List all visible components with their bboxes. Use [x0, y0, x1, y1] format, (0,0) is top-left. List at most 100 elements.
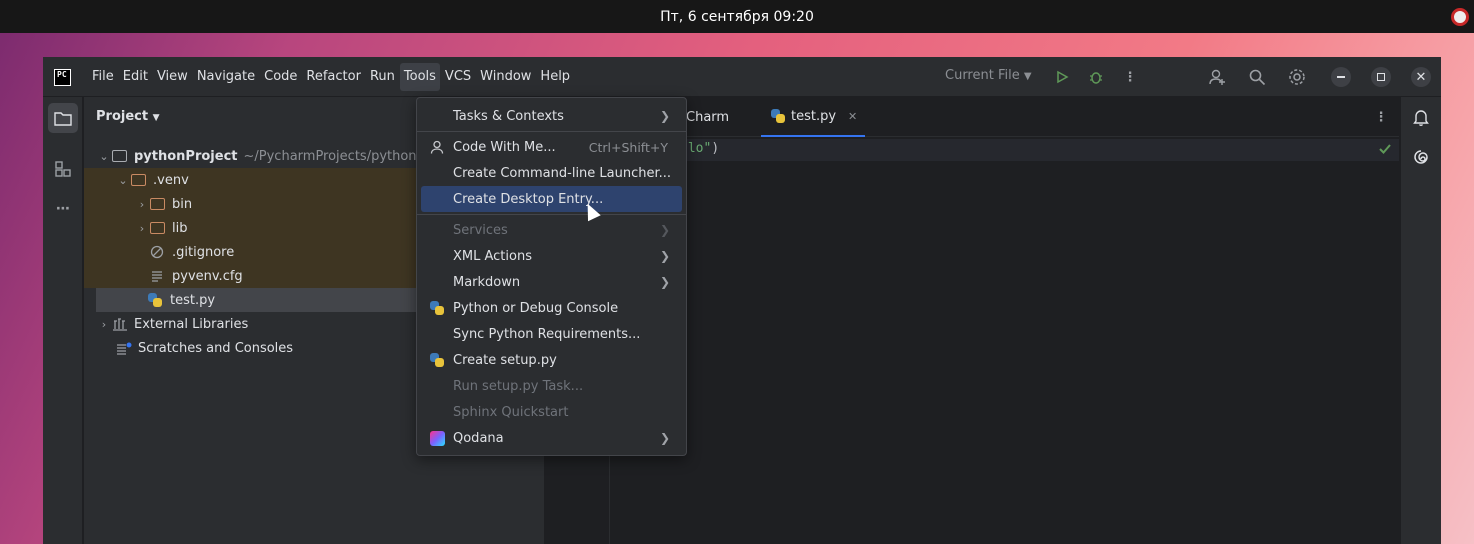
tab-options-icon[interactable]: ⋮: [1371, 107, 1391, 127]
chevron-right-icon[interactable]: ›: [96, 318, 112, 331]
tab-label: Charm: [686, 109, 730, 125]
folder-icon: [150, 220, 168, 236]
tree-item-label: .gitignore: [172, 244, 235, 260]
chevron-down-icon[interactable]: ⌄: [115, 174, 131, 187]
tree-item-label: External Libraries: [134, 316, 249, 332]
menu-item-run-setup-py-task: Run setup.py Task...: [421, 373, 682, 399]
structure-tool-button[interactable]: [48, 154, 78, 184]
tree-item-label: Scratches and Consoles: [138, 340, 294, 356]
tree-item-path: ~/PycharmProjects/pythonPro: [243, 148, 438, 164]
tree-item-label: .venv: [153, 172, 189, 188]
minimize-button[interactable]: [1331, 67, 1351, 87]
menu-item-label: Run setup.py Task...: [453, 378, 584, 394]
menu-code[interactable]: Code: [260, 63, 301, 91]
close-window-button[interactable]: ✕: [1411, 67, 1431, 87]
app-logo-icon[interactable]: PC: [54, 69, 71, 86]
menu-item-sphinx-quickstart: Sphinx Quickstart: [421, 399, 682, 425]
menu-separator: [417, 214, 686, 215]
menu-item-python-debug-console[interactable]: Python or Debug Console: [421, 295, 682, 321]
more-tools-icon[interactable]: ⋯: [48, 194, 78, 224]
run-icon[interactable]: [1052, 67, 1072, 87]
menu-item-tasks-contexts[interactable]: Tasks & Contexts ❯: [421, 103, 682, 129]
ide-window: PC File Edit View Navigate Code Refactor…: [43, 57, 1441, 544]
right-tool-strip: [1400, 97, 1441, 544]
chevron-down-icon[interactable]: ⌄: [96, 150, 112, 163]
text-file-icon: [150, 268, 168, 284]
chevron-right-icon: ❯: [659, 431, 670, 445]
folder-icon: [131, 172, 149, 188]
qodana-icon: [429, 430, 445, 446]
ai-assistant-icon[interactable]: [1411, 147, 1431, 167]
menu-item-xml-actions[interactable]: XML Actions ❯: [421, 243, 682, 269]
maximize-icon: [1377, 73, 1385, 81]
notifications-bell-icon[interactable]: [1411, 107, 1431, 127]
system-top-bar: Пт, 6 сентября 09:20: [0, 0, 1474, 33]
more-actions-icon[interactable]: ⋮: [1120, 67, 1140, 87]
tree-item-label: lib: [172, 220, 188, 236]
menu-item-create-desktop-entry[interactable]: Create Desktop Entry...: [421, 186, 682, 212]
menu-vcs[interactable]: VCS: [441, 63, 475, 91]
minimize-icon: [1337, 76, 1345, 78]
current-line-highlight: [610, 139, 1399, 161]
menu-item-qodana[interactable]: Qodana ❯: [421, 425, 682, 451]
menu-tools[interactable]: Tools: [399, 63, 440, 91]
search-icon[interactable]: [1247, 67, 1267, 87]
chevron-right-icon[interactable]: ›: [134, 222, 150, 235]
menu-item-label: Sphinx Quickstart: [453, 404, 569, 420]
chevron-right-icon: ❯: [659, 109, 670, 123]
close-icon: ✕: [1415, 69, 1427, 85]
project-panel-header[interactable]: Project ▼: [96, 109, 160, 124]
tab-test-py[interactable]: test.py ✕: [761, 97, 866, 137]
menu-navigate[interactable]: Navigate: [193, 63, 259, 91]
run-config-selector[interactable]: Current File ▼: [945, 68, 1032, 83]
system-tray-icon[interactable]: [1451, 8, 1469, 26]
menu-item-sync-python-requirements[interactable]: Sync Python Requirements...: [421, 321, 682, 347]
menu-window[interactable]: Window: [476, 63, 535, 91]
settings-gear-icon[interactable]: [1287, 67, 1307, 87]
close-tab-icon[interactable]: ✕: [848, 110, 857, 123]
menu-refactor[interactable]: Refactor: [302, 63, 365, 91]
add-user-icon[interactable]: [1207, 67, 1227, 87]
menu-help[interactable]: Help: [536, 63, 574, 91]
menu-item-label: Services: [453, 222, 508, 238]
tree-item-label: pythonProject: [134, 148, 238, 164]
menu-item-label: XML Actions: [453, 248, 532, 264]
menu-item-create-cli-launcher[interactable]: Create Command-line Launcher...: [421, 160, 682, 186]
menu-item-label: Sync Python Requirements...: [453, 326, 641, 342]
menu-item-label: Create Desktop Entry...: [453, 191, 604, 207]
debug-icon[interactable]: [1086, 67, 1106, 87]
scratches-icon: [116, 340, 134, 356]
tools-menu-dropdown: Tasks & Contexts ❯ Code With Me... Ctrl+…: [416, 97, 687, 456]
project-panel-title: Project: [96, 109, 149, 124]
main-menu: File Edit View Navigate Code Refactor Ru…: [88, 57, 575, 97]
menu-file[interactable]: File: [88, 63, 118, 91]
menu-item-label: Markdown: [453, 274, 521, 290]
chevron-right-icon[interactable]: ›: [134, 198, 150, 211]
maximize-button[interactable]: [1371, 67, 1391, 87]
tree-item-label: pyvenv.cfg: [172, 268, 243, 284]
folder-icon: [150, 196, 168, 212]
tab-main-py[interactable]: Charm: [686, 97, 729, 137]
folder-icon: [112, 148, 130, 164]
run-config-label: Current File: [945, 68, 1020, 83]
menu-item-markdown[interactable]: Markdown ❯: [421, 269, 682, 295]
menu-separator: [417, 131, 686, 132]
menu-item-create-setup-py[interactable]: Create setup.py: [421, 347, 682, 373]
python-file-icon: [148, 292, 166, 308]
menu-item-label: Create setup.py: [453, 352, 557, 368]
menu-item-shortcut: Ctrl+Shift+Y: [588, 139, 668, 155]
python-icon: [429, 352, 445, 368]
menu-run[interactable]: Run: [366, 63, 399, 91]
python-file-icon: [771, 109, 785, 123]
menu-view[interactable]: View: [153, 63, 192, 91]
tree-item-label: bin: [172, 196, 193, 212]
menu-edit[interactable]: Edit: [119, 63, 152, 91]
system-clock[interactable]: Пт, 6 сентября 09:20: [660, 9, 814, 25]
title-bar: PC File Edit View Navigate Code Refactor…: [43, 57, 1441, 97]
project-tool-button[interactable]: [48, 103, 78, 133]
inspection-ok-icon[interactable]: [1378, 142, 1392, 160]
left-tool-strip: ⋯: [43, 97, 83, 544]
menu-item-code-with-me[interactable]: Code With Me... Ctrl+Shift+Y: [421, 134, 682, 160]
chevron-down-icon: ▼: [152, 113, 160, 123]
menu-item-services: Services ❯: [421, 217, 682, 243]
